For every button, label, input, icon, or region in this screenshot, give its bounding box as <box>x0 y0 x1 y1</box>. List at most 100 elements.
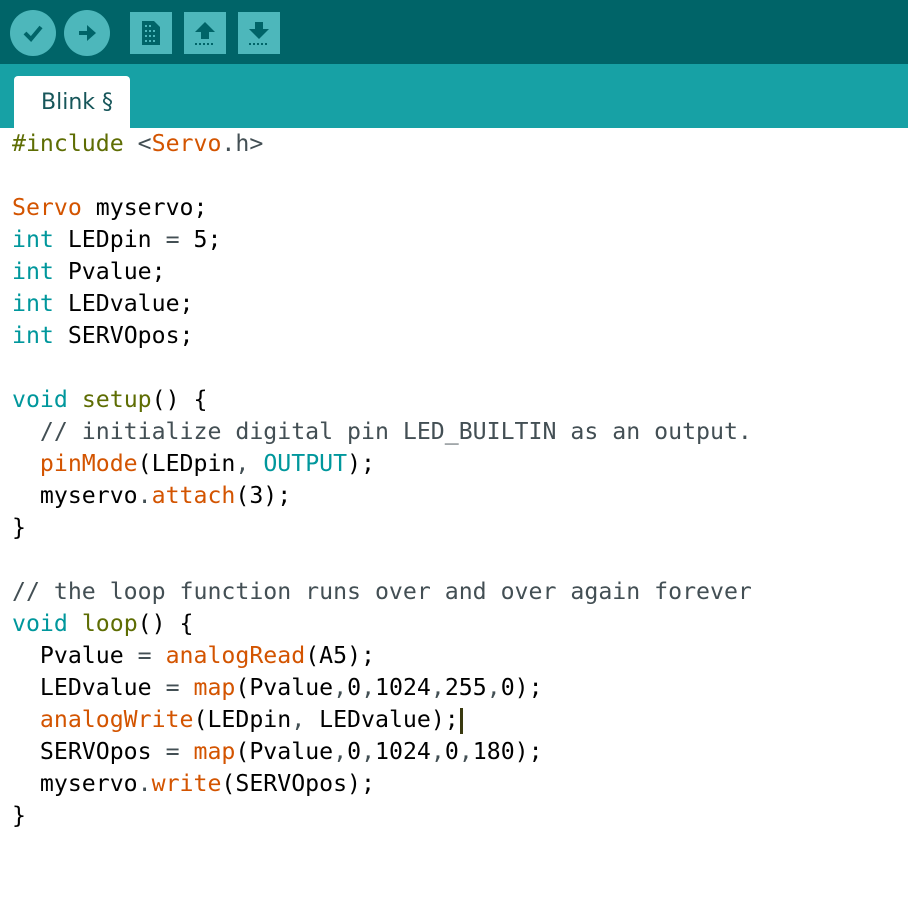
operator-token: , <box>333 738 348 765</box>
code-token: (3); <box>235 482 292 509</box>
code-token: LEDpin <box>53 226 166 253</box>
code-token: 1024 <box>375 674 431 701</box>
operator-token: , <box>458 738 473 765</box>
code-line[interactable]: } <box>12 512 752 544</box>
code-token: LEDvalue <box>12 674 166 701</box>
tab-blink[interactable]: Blink § <box>14 76 130 128</box>
function-token: Servo <box>151 130 222 157</box>
operator-token: < <box>137 130 152 157</box>
function-token: map <box>193 738 236 765</box>
operator-token: , <box>361 738 376 765</box>
tab-bar: Blink § <box>0 64 908 128</box>
toolbar <box>0 0 908 64</box>
code-line[interactable]: myservo.write(SERVOpos); <box>12 768 752 800</box>
function-token: write <box>151 770 222 797</box>
operator-token: , <box>430 674 445 701</box>
code-token: } <box>12 514 26 541</box>
code-line[interactable]: LEDvalue = map(Pvalue,0,1024,255,0); <box>12 672 752 704</box>
function-token: analogRead <box>165 642 306 669</box>
arrow-right-icon <box>79 25 96 41</box>
code-token: (LEDpin <box>193 706 292 733</box>
code-token: myservo; <box>81 194 208 221</box>
keyword-token: int <box>12 258 54 285</box>
code-line[interactable]: int LEDvalue; <box>12 288 752 320</box>
code-text[interactable]: #include <Servo.h> Servo myservo; int LED… <box>12 128 752 832</box>
save-button[interactable] <box>238 12 280 54</box>
check-icon <box>23 25 43 42</box>
code-line[interactable]: analogWrite(LEDpin, LEDvalue); <box>12 704 752 736</box>
code-line[interactable] <box>12 160 752 192</box>
code-line[interactable] <box>12 544 752 576</box>
comment-token: // initialize digital pin LED_BUILTIN as… <box>12 418 752 445</box>
code-line[interactable]: void loop() { <box>12 608 752 640</box>
operator-token: . <box>137 770 152 797</box>
code-token: 0 <box>347 738 362 765</box>
code-token: (A5); <box>305 642 375 669</box>
operator-token: = <box>165 674 180 701</box>
arrow-up-icon <box>195 22 215 45</box>
code-token: 180); <box>472 738 543 765</box>
code-token: } <box>12 802 26 829</box>
keyword-token: int <box>12 226 54 253</box>
code-token: Pvalue <box>12 642 138 669</box>
code-line[interactable]: int SERVOpos; <box>12 320 752 352</box>
operator-token: , <box>291 706 320 733</box>
code-token: 0); <box>500 674 543 701</box>
keyword-token: OUTPUT <box>263 450 348 477</box>
operator-token: , <box>361 674 376 701</box>
preprocessor-token: setup <box>81 386 152 413</box>
operator-token: = <box>165 738 180 765</box>
preprocessor-token: #include <box>12 130 138 157</box>
open-button[interactable] <box>184 12 226 54</box>
keyword-token: int <box>12 290 54 317</box>
arrow-down-icon <box>249 22 269 45</box>
code-line[interactable]: myservo.attach(3); <box>12 480 752 512</box>
keyword-token: void <box>12 386 68 413</box>
code-line[interactable]: // the loop function runs over and over … <box>12 576 752 608</box>
code-token: (Pvalue <box>235 738 334 765</box>
keyword-token: int <box>12 322 54 349</box>
code-token: Pvalue; <box>53 258 166 285</box>
code-line[interactable]: } <box>12 800 752 832</box>
code-token: myservo <box>12 482 138 509</box>
new-button[interactable] <box>130 12 172 54</box>
code-line[interactable]: void setup() { <box>12 384 752 416</box>
function-token: analogWrite <box>39 706 194 733</box>
operator-token: , <box>430 738 445 765</box>
function-token: pinMode <box>39 450 138 477</box>
operator-token: , <box>486 674 501 701</box>
code-line[interactable]: Pvalue = analogRead(A5); <box>12 640 752 672</box>
code-token: ); <box>347 450 375 477</box>
code-token: 255 <box>444 674 487 701</box>
code-line[interactable]: int LEDpin = 5; <box>12 224 752 256</box>
upload-button[interactable] <box>64 10 110 56</box>
document-icon <box>142 21 160 45</box>
comment-token: // the loop function runs over and over … <box>12 578 752 605</box>
operator-token: = <box>165 226 180 253</box>
code-token: SERVOpos; <box>53 322 194 349</box>
text-cursor <box>459 707 463 734</box>
verify-button[interactable] <box>10 10 56 56</box>
code-line[interactable]: int Pvalue; <box>12 256 752 288</box>
operator-token: .h> <box>221 130 264 157</box>
function-token: attach <box>151 482 236 509</box>
code-line[interactable]: #include <Servo.h> <box>12 128 752 160</box>
code-line[interactable]: pinMode(LEDpin, OUTPUT); <box>12 448 752 480</box>
function-token: map <box>193 674 236 701</box>
preprocessor-token: loop <box>81 610 138 637</box>
code-line[interactable]: SERVOpos = map(Pvalue,0,1024,0,180); <box>12 736 752 768</box>
code-token: () { <box>151 386 208 413</box>
function-token: Servo <box>12 194 82 221</box>
code-line[interactable]: // initialize digital pin LED_BUILTIN as… <box>12 416 752 448</box>
operator-token: . <box>137 482 152 509</box>
code-editor[interactable]: #include <Servo.h> Servo myservo; int LED… <box>0 128 908 908</box>
code-line[interactable] <box>12 352 752 384</box>
code-token: 0 <box>444 738 459 765</box>
code-line[interactable]: Servo myservo; <box>12 192 752 224</box>
code-token: (SERVOpos); <box>221 770 375 797</box>
